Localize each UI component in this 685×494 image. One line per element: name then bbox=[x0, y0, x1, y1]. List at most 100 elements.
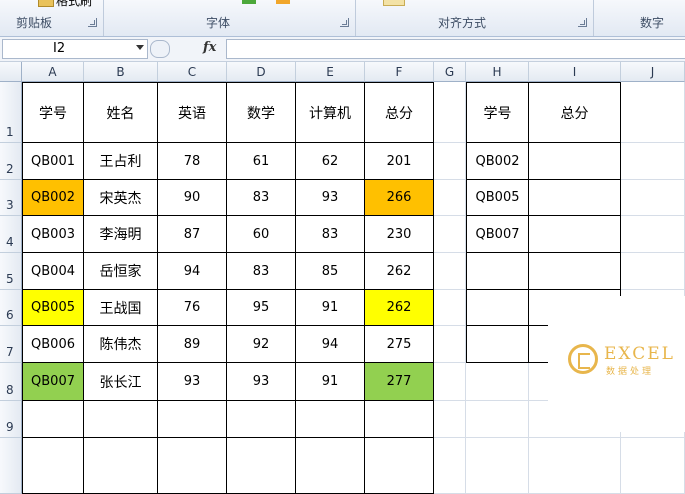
row-header[interactable]: 7 bbox=[0, 326, 22, 363]
column-header-a[interactable]: A bbox=[22, 62, 84, 82]
grid-cell[interactable]: 93 bbox=[227, 363, 296, 401]
grid-cell[interactable]: 数学 bbox=[227, 82, 296, 143]
row-header[interactable]: 8 bbox=[0, 363, 22, 401]
grid-cell[interactable]: 262 bbox=[365, 290, 434, 326]
grid-cell[interactable]: QB005 bbox=[466, 180, 529, 216]
grid-cell[interactable] bbox=[434, 363, 466, 401]
grid-cell[interactable]: QB002 bbox=[466, 143, 529, 180]
grid-cell[interactable]: 92 bbox=[227, 326, 296, 363]
grid-cell[interactable] bbox=[365, 401, 434, 438]
grid-cell[interactable] bbox=[466, 401, 529, 438]
grid-cell[interactable] bbox=[84, 401, 158, 438]
grid-cell[interactable] bbox=[529, 143, 621, 180]
grid-cell[interactable]: QB001 bbox=[22, 143, 84, 180]
grid-cell[interactable] bbox=[434, 82, 466, 143]
grid-cell[interactable]: 总分 bbox=[529, 82, 621, 143]
grid-cell[interactable] bbox=[621, 216, 685, 253]
format-painter-icon[interactable] bbox=[38, 0, 54, 7]
grid-cell[interactable]: 83 bbox=[296, 216, 365, 253]
row-header[interactable]: 1 bbox=[0, 82, 22, 143]
row-header[interactable] bbox=[0, 438, 22, 494]
grid-cell[interactable] bbox=[529, 180, 621, 216]
grid-cell[interactable]: 宋英杰 bbox=[84, 180, 158, 216]
grid-cell[interactable] bbox=[84, 438, 158, 494]
grid-cell[interactable] bbox=[621, 143, 685, 180]
grid-cell[interactable]: QB004 bbox=[22, 253, 84, 290]
grid-cell[interactable]: 93 bbox=[158, 363, 227, 401]
grid-cell[interactable]: QB006 bbox=[22, 326, 84, 363]
grid-cell[interactable] bbox=[227, 438, 296, 494]
insert-function-button[interactable]: fx bbox=[203, 40, 216, 55]
column-header-f[interactable]: F bbox=[365, 62, 434, 82]
grid-cell[interactable]: QB005 bbox=[22, 290, 84, 326]
fill-color-icon[interactable] bbox=[276, 0, 290, 4]
grid-cell[interactable] bbox=[434, 290, 466, 326]
grid-cell[interactable]: 90 bbox=[158, 180, 227, 216]
grid-cell[interactable]: 60 bbox=[227, 216, 296, 253]
grid-cell[interactable] bbox=[529, 216, 621, 253]
grid-cell[interactable]: QB007 bbox=[22, 363, 84, 401]
grid-cell[interactable]: 学号 bbox=[22, 82, 84, 143]
grid-cell[interactable] bbox=[434, 216, 466, 253]
grid-cell[interactable] bbox=[466, 253, 529, 290]
grid-cell[interactable]: 76 bbox=[158, 290, 227, 326]
grid-cell[interactable] bbox=[621, 438, 685, 494]
grid-cell[interactable] bbox=[296, 401, 365, 438]
grid-cell[interactable] bbox=[22, 438, 84, 494]
formula-cancel-button[interactable] bbox=[150, 40, 170, 58]
grid-cell[interactable]: 总分 bbox=[365, 82, 434, 143]
grid-cell[interactable] bbox=[434, 438, 466, 494]
grid-cell[interactable]: 83 bbox=[227, 253, 296, 290]
grid-cell[interactable]: 201 bbox=[365, 143, 434, 180]
grid-cell[interactable]: 230 bbox=[365, 216, 434, 253]
grid-cell[interactable]: QB003 bbox=[22, 216, 84, 253]
grid-cell[interactable] bbox=[296, 438, 365, 494]
grid-cell[interactable] bbox=[434, 326, 466, 363]
grid-cell[interactable] bbox=[466, 363, 529, 401]
font-launcher-icon[interactable] bbox=[340, 18, 349, 27]
formula-input[interactable] bbox=[226, 39, 685, 59]
grid-cell[interactable] bbox=[22, 401, 84, 438]
grid-cell[interactable] bbox=[621, 82, 685, 143]
grid-cell[interactable]: 275 bbox=[365, 326, 434, 363]
format-painter-button[interactable]: 格式刷 bbox=[56, 0, 92, 9]
grid-cell[interactable] bbox=[158, 401, 227, 438]
grid-cell[interactable]: 94 bbox=[158, 253, 227, 290]
select-all-corner[interactable] bbox=[0, 62, 22, 82]
row-header[interactable]: 2 bbox=[0, 143, 22, 180]
grid-cell[interactable]: 61 bbox=[227, 143, 296, 180]
grid-cell[interactable] bbox=[434, 253, 466, 290]
grid-cell[interactable] bbox=[466, 326, 529, 363]
grid-cell[interactable]: 93 bbox=[296, 180, 365, 216]
column-header-i[interactable]: I bbox=[529, 62, 621, 82]
grid-cell[interactable]: 83 bbox=[227, 180, 296, 216]
grid-cell[interactable]: 78 bbox=[158, 143, 227, 180]
grid-cell[interactable] bbox=[227, 401, 296, 438]
clipboard-launcher-icon[interactable] bbox=[88, 18, 97, 27]
row-header[interactable]: 4 bbox=[0, 216, 22, 253]
grid-cell[interactable]: 王战国 bbox=[84, 290, 158, 326]
column-header-d[interactable]: D bbox=[227, 62, 296, 82]
grid-cell[interactable]: 62 bbox=[296, 143, 365, 180]
column-header-c[interactable]: C bbox=[158, 62, 227, 82]
column-header-g[interactable]: G bbox=[434, 62, 466, 82]
wrap-text-icon[interactable] bbox=[383, 0, 405, 6]
font-color-icon[interactable] bbox=[242, 0, 256, 4]
grid-cell[interactable]: 277 bbox=[365, 363, 434, 401]
column-header-b[interactable]: B bbox=[84, 62, 158, 82]
grid-cell[interactable] bbox=[529, 438, 621, 494]
chevron-down-icon[interactable] bbox=[136, 45, 144, 50]
grid-cell[interactable] bbox=[158, 438, 227, 494]
grid-cell[interactable]: 91 bbox=[296, 290, 365, 326]
grid-cell[interactable]: 陈伟杰 bbox=[84, 326, 158, 363]
grid-cell[interactable] bbox=[434, 401, 466, 438]
grid-cell[interactable]: 王占利 bbox=[84, 143, 158, 180]
grid-cell[interactable]: 95 bbox=[227, 290, 296, 326]
grid-cell[interactable]: 李海明 bbox=[84, 216, 158, 253]
grid-cell[interactable]: 英语 bbox=[158, 82, 227, 143]
grid-cell[interactable] bbox=[621, 180, 685, 216]
grid-cell[interactable]: 266 bbox=[365, 180, 434, 216]
grid-cell[interactable]: 岳恒家 bbox=[84, 253, 158, 290]
grid-cell[interactable] bbox=[529, 253, 621, 290]
grid-cell[interactable]: 计算机 bbox=[296, 82, 365, 143]
